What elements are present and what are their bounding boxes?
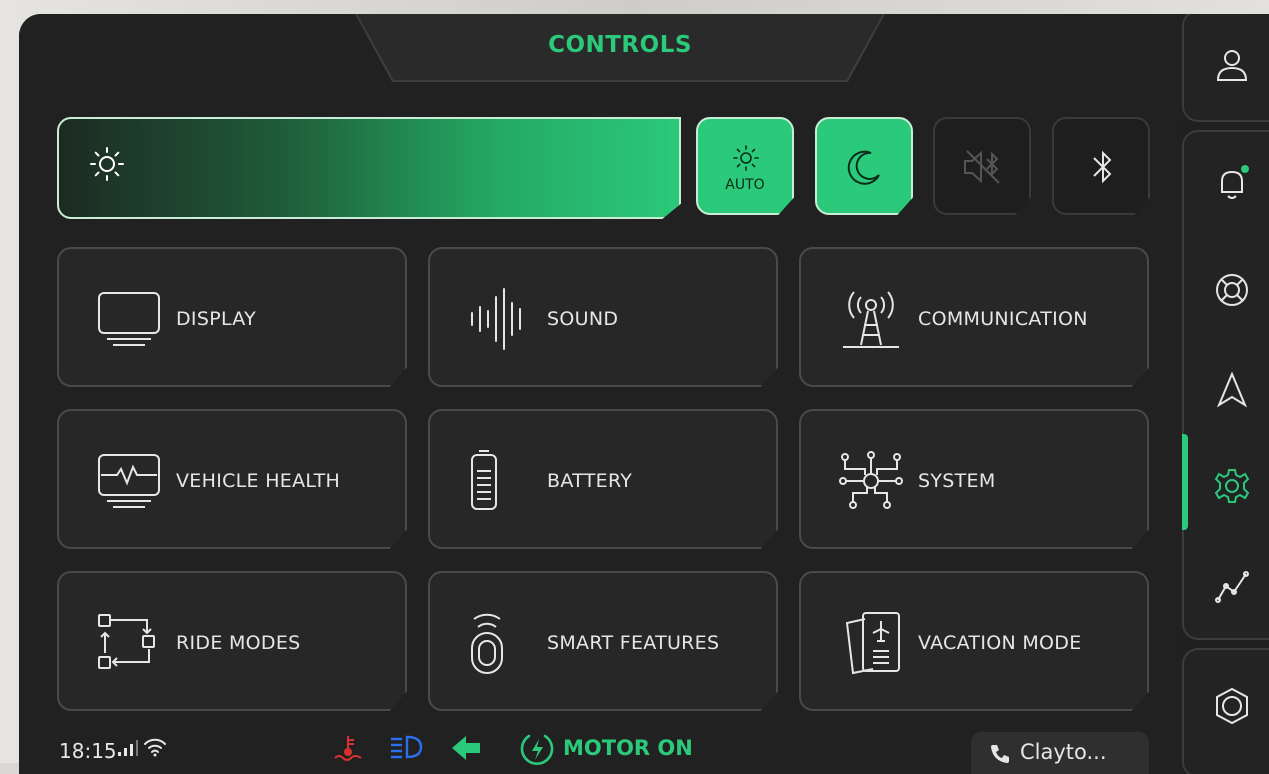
wifi-icon bbox=[144, 738, 166, 757]
ring-icon[interactable] bbox=[1212, 686, 1252, 726]
tile-ride-modes[interactable]: RIDE MODES bbox=[57, 571, 407, 711]
tile-label: COMMUNICATION bbox=[918, 308, 1088, 330]
tile-battery[interactable]: BATTERY bbox=[428, 409, 778, 549]
battery-icon bbox=[471, 450, 497, 510]
tile-label: VEHICLE HEALTH bbox=[176, 470, 341, 492]
bell-icon[interactable] bbox=[1212, 164, 1252, 204]
tile-label: SOUND bbox=[547, 308, 619, 330]
brightness-sun-icon bbox=[90, 147, 124, 181]
tile-label: DISPLAY bbox=[176, 308, 257, 330]
bluetooth-icon bbox=[1093, 150, 1112, 184]
bluetooth-button[interactable] bbox=[1052, 117, 1150, 215]
circuit-icon bbox=[839, 451, 903, 509]
travel-docs-icon bbox=[845, 612, 900, 675]
auto-label: AUTO bbox=[725, 177, 765, 193]
tile-display[interactable]: DISPLAY bbox=[57, 247, 407, 387]
analytics-icon[interactable] bbox=[1212, 566, 1252, 606]
lifebuoy-icon[interactable] bbox=[1212, 270, 1252, 310]
sound-wave-icon bbox=[471, 288, 521, 350]
monitor-icon bbox=[98, 292, 160, 346]
brightness-slider[interactable] bbox=[57, 117, 681, 219]
smart-key-icon bbox=[471, 613, 503, 674]
tile-smart-features[interactable]: SMART FEATURES bbox=[428, 571, 778, 711]
tile-label: BATTERY bbox=[547, 470, 633, 492]
tile-label: SMART FEATURES bbox=[547, 632, 720, 654]
phone-icon bbox=[991, 745, 1009, 763]
page-title: CONTROLS bbox=[548, 32, 692, 58]
status-bar: 18:15 MOTOR ON Clayto... bbox=[19, 722, 1182, 774]
motor-power-icon bbox=[520, 734, 554, 765]
tile-vacation-mode[interactable]: VACATION MODE bbox=[799, 571, 1149, 711]
bluetooth-audio-mute-button[interactable] bbox=[933, 117, 1031, 215]
user-icon[interactable] bbox=[1212, 46, 1252, 86]
sun-auto-icon bbox=[733, 145, 759, 171]
speaker-bluetooth-mute-icon bbox=[964, 150, 1000, 184]
clock-time: 18:15 bbox=[59, 739, 117, 763]
gear-icon[interactable] bbox=[1212, 466, 1252, 506]
tile-label: RIDE MODES bbox=[176, 632, 301, 654]
active-call-pill[interactable]: Clayto... bbox=[971, 732, 1149, 774]
flow-modes-icon bbox=[98, 614, 155, 669]
coolant-temperature-warning-icon bbox=[334, 736, 362, 761]
sidebar-active-indicator bbox=[1182, 434, 1188, 530]
night-mode-button[interactable] bbox=[815, 117, 913, 215]
health-monitor-icon bbox=[98, 454, 160, 508]
motor-status: MOTOR ON bbox=[563, 736, 693, 760]
signal-strength-icon bbox=[118, 740, 138, 756]
auto-brightness-button[interactable]: AUTO bbox=[696, 117, 794, 215]
tile-sound[interactable]: SOUND bbox=[428, 247, 778, 387]
antenna-tower-icon bbox=[843, 291, 899, 348]
tile-label: SYSTEM bbox=[918, 470, 996, 492]
caller-name: Clayto... bbox=[1020, 740, 1107, 764]
left-turn-signal-icon bbox=[452, 736, 480, 760]
navigation-icon[interactable] bbox=[1212, 370, 1252, 410]
tile-label: VACATION MODE bbox=[918, 632, 1082, 654]
headlight-icon bbox=[391, 735, 423, 759]
tile-vehicle-health[interactable]: VEHICLE HEALTH bbox=[57, 409, 407, 549]
tile-communication[interactable]: COMMUNICATION bbox=[799, 247, 1149, 387]
moon-icon bbox=[847, 150, 880, 185]
dashboard-screen: CONTROLS AUTO DISPLAY SOUND COMMUNICATIO… bbox=[19, 14, 1269, 774]
tile-system[interactable]: SYSTEM bbox=[799, 409, 1149, 549]
controls-panel: CONTROLS AUTO DISPLAY SOUND COMMUNICATIO… bbox=[19, 14, 1182, 774]
